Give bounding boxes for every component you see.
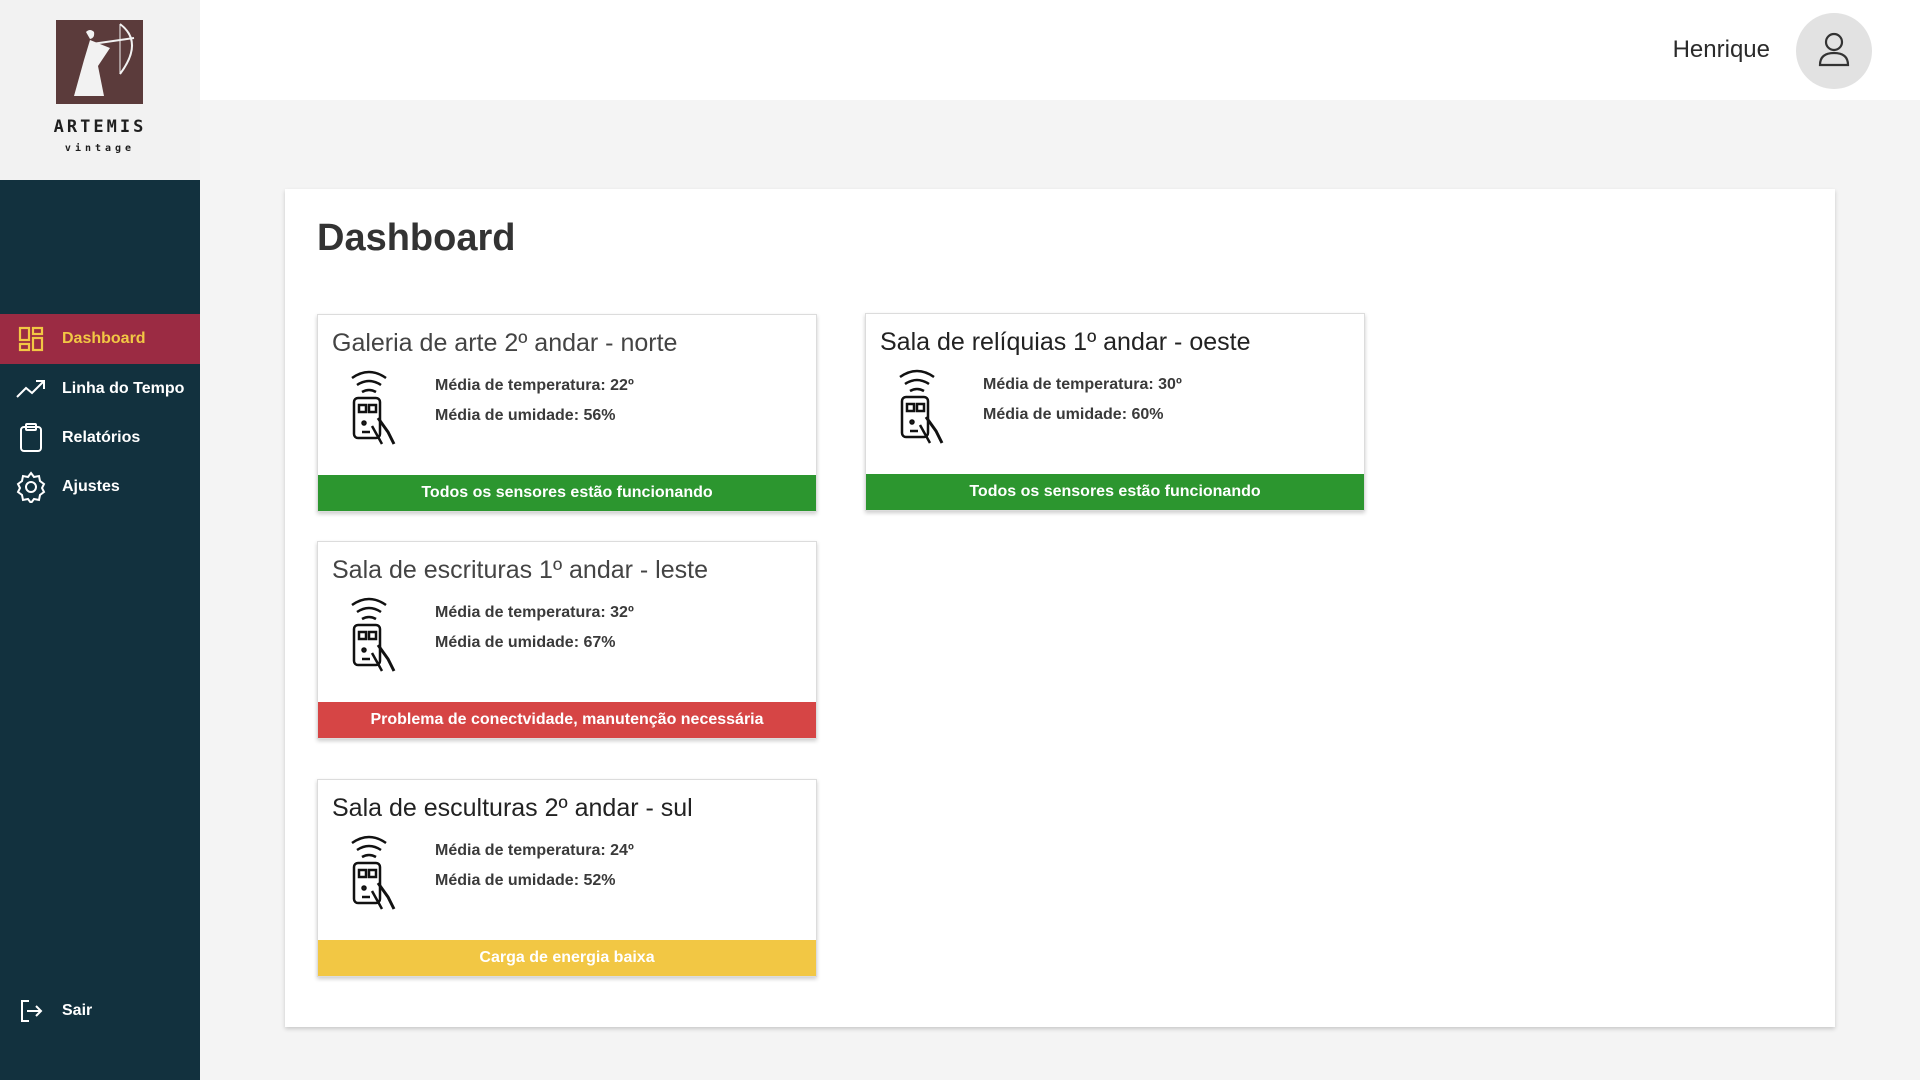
humidity-value: Média de umidade: 67% — [435, 634, 616, 651]
temperature-value: Média de temperatura: 32º — [435, 604, 634, 621]
logo-title: ARTEMIS — [53, 117, 147, 137]
temperature-value: Média de temperatura: 24º — [435, 842, 634, 859]
sidebar-item-label: Dashboard — [62, 330, 146, 347]
clipboard-icon — [0, 423, 62, 453]
humidity-value: Média de umidade: 60% — [983, 406, 1164, 423]
logout-label: Sair — [62, 1002, 93, 1019]
dashboard-grid-icon — [0, 326, 62, 352]
sensor-device-icon — [890, 367, 946, 447]
logout-button[interactable]: Sair — [0, 986, 200, 1036]
status-badge: Carga de energia baixa — [318, 940, 816, 976]
sensor-device-icon — [342, 368, 398, 448]
sidebar-item-label: Relatórios — [62, 429, 141, 446]
logo: ARTEMIS vintage — [0, 0, 200, 180]
card-title: Sala de esculturas 2º andar - sul — [332, 794, 693, 822]
status-badge: Todos os sensores estão funcionando — [318, 475, 816, 511]
sensor-card[interactable]: Sala de escrituras 1º andar - leste Médi… — [317, 541, 817, 739]
sensor-card[interactable]: Sala de esculturas 2º andar - sul Média … — [317, 779, 817, 977]
logo-subtitle: vintage — [64, 143, 136, 154]
sensor-device-icon — [342, 595, 398, 675]
card-title: Sala de escrituras 1º andar - leste — [332, 556, 708, 584]
sensor-device-icon — [342, 833, 398, 913]
logout-icon — [0, 999, 62, 1023]
sidebar-item-ajustes[interactable]: Ajustes — [0, 462, 200, 512]
card-title: Sala de relíquias 1º andar - oeste — [880, 328, 1251, 356]
top-header: Henrique — [200, 0, 1920, 100]
temperature-value: Média de temperatura: 30º — [983, 376, 1182, 393]
user-name[interactable]: Henrique — [1673, 36, 1770, 64]
sidebar: ARTEMIS vintage Dashboard Linha do Tempo… — [0, 0, 200, 1080]
trend-line-icon — [0, 378, 62, 400]
status-badge: Problema de conectvidade, manutenção nec… — [318, 702, 816, 738]
temperature-value: Média de temperatura: 22º — [435, 377, 634, 394]
sensor-card[interactable]: Galeria de arte 2º andar - norte Média d… — [317, 314, 817, 512]
sidebar-item-dashboard[interactable]: Dashboard — [0, 314, 200, 364]
page-title: Dashboard — [317, 217, 516, 259]
sensor-card[interactable]: Sala de relíquias 1º andar - oeste Média… — [865, 313, 1365, 511]
dashboard-panel: Dashboard Galeria de arte 2º andar - nor… — [285, 189, 1835, 1027]
sidebar-item-label: Linha do Tempo — [62, 380, 185, 397]
user-icon — [1817, 31, 1851, 72]
card-title: Galeria de arte 2º andar - norte — [332, 329, 678, 357]
sidebar-item-linha-do-tempo[interactable]: Linha do Tempo — [0, 364, 200, 414]
humidity-value: Média de umidade: 56% — [435, 407, 616, 424]
sidebar-item-label: Ajustes — [62, 478, 120, 495]
status-badge: Todos os sensores estão funcionando — [866, 474, 1364, 510]
sidebar-item-relatorios[interactable]: Relatórios — [0, 413, 200, 463]
gear-icon — [0, 471, 62, 503]
archer-emblem-icon — [56, 20, 143, 104]
humidity-value: Média de umidade: 52% — [435, 872, 616, 889]
avatar[interactable] — [1796, 13, 1872, 89]
